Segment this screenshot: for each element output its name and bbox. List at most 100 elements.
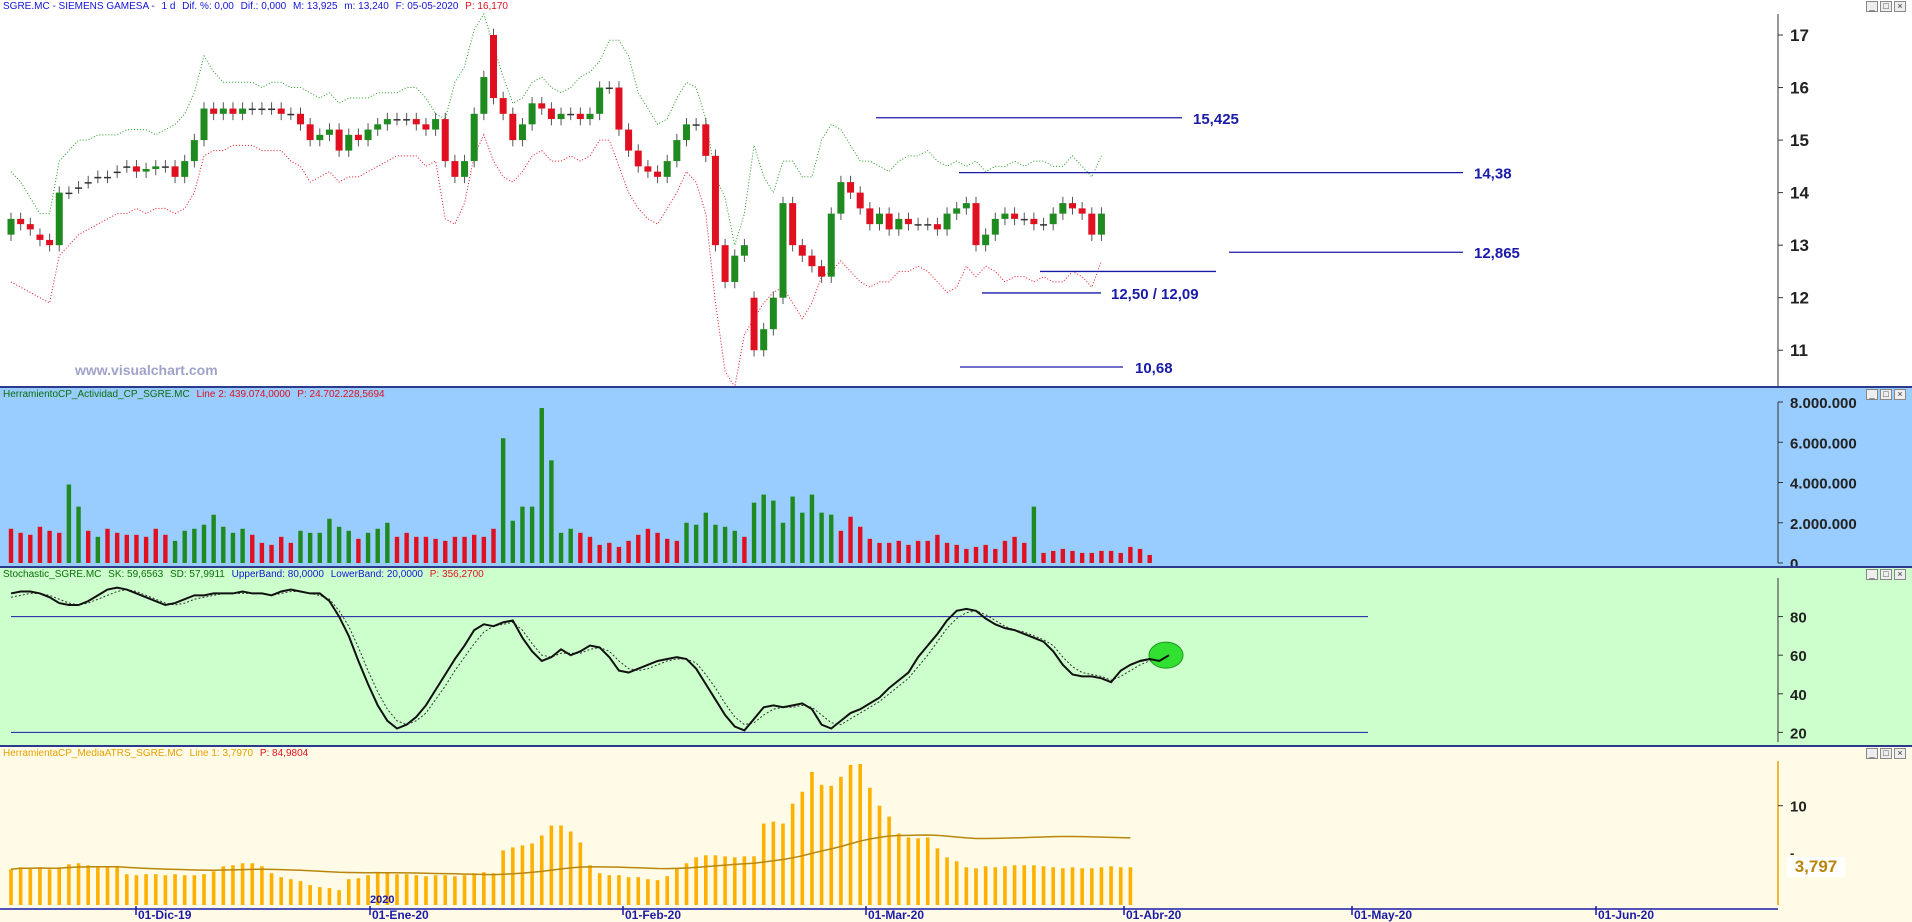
candle-body [866, 208, 874, 225]
volume-indicator-name: HerramientoCP_Actividad_CP_SGRE.MC [3, 389, 190, 400]
minimize-button[interactable]: _ [1866, 569, 1878, 580]
atr-bar [723, 856, 727, 905]
atr-bar [665, 876, 669, 905]
price-chart[interactable]: 11 12 13 14 15 16 17 15,425 14,38 12,865 12,50 / 1… [0, 0, 1912, 387]
volume-bar [182, 530, 187, 563]
volume-bar [1051, 550, 1056, 563]
volume-bar [327, 518, 332, 563]
stochastic-p-value: P: 356,2700 [429, 569, 484, 580]
minimize-button[interactable]: _ [1866, 748, 1878, 759]
candle-body [837, 182, 845, 214]
volume-bar [973, 546, 979, 563]
volume-bar [549, 460, 554, 563]
volume-bar [529, 506, 535, 563]
atr-panel-title: HerramientaCP_MediaATRS_SGRE.MC Line 1: … [3, 748, 312, 759]
candle-body [181, 161, 189, 177]
candle-body [702, 124, 710, 156]
candle-body [982, 234, 990, 246]
minimize-button[interactable]: _ [1866, 389, 1878, 400]
close-button[interactable]: × [1894, 389, 1906, 400]
atr-bar [588, 865, 592, 905]
close-button[interactable]: × [1894, 1, 1906, 12]
candle-body [219, 108, 227, 114]
volume-chart[interactable]: 02.000.0004.000.0006.000.0008.000.000 [0, 388, 1912, 567]
atr-bar [704, 855, 708, 905]
atr-bar [983, 866, 988, 905]
atr-bar [491, 873, 496, 905]
close-button[interactable]: × [1894, 748, 1906, 759]
atr-chart[interactable]: 10-01-Dic-19 01-Ene-20 01-Feb-20 01-Mar-20 0… [0, 747, 1912, 922]
candle-body [451, 161, 459, 177]
volume-bar [568, 528, 573, 563]
atr-bar [424, 876, 428, 905]
volume-bar [645, 528, 651, 563]
volume-window-controls: _ □ × [1866, 389, 1906, 400]
candle-body [625, 129, 633, 151]
atr-window-controls: _ □ × [1866, 748, 1906, 759]
atr-bar [76, 863, 81, 905]
volume-bar [732, 530, 737, 563]
volume-bar [414, 536, 419, 563]
volume-bar [780, 522, 786, 563]
restore-button[interactable]: □ [1880, 1, 1892, 12]
candle-body [297, 113, 304, 125]
atr-bar [482, 872, 486, 905]
candle-body [1030, 218, 1038, 225]
volume-bar [37, 526, 43, 563]
atr-bar [646, 879, 650, 905]
candle-body [1049, 213, 1057, 225]
candle-body [325, 129, 333, 135]
candle-body [55, 192, 63, 246]
atr-bar [1003, 866, 1007, 905]
candle-body [248, 108, 256, 111]
candle-body [132, 166, 140, 172]
candle-body [470, 113, 478, 162]
minimize-button[interactable]: _ [1866, 1, 1878, 12]
atr-bar [694, 857, 698, 905]
volume-bar [433, 538, 438, 563]
volume-bar [472, 534, 477, 563]
candle-body [847, 182, 855, 193]
symbol-label: SGRE.MC - SIEMENS GAMESA - [3, 1, 155, 12]
close-button[interactable]: × [1894, 569, 1906, 580]
volume-bar [221, 526, 226, 563]
candle-body [1069, 203, 1076, 209]
stochastic-window-controls: _ □ × [1866, 569, 1906, 580]
atr-bar [1041, 866, 1046, 905]
atr-bar [655, 880, 660, 905]
candle-body [383, 119, 391, 125]
atr-bar [173, 874, 177, 905]
stochastic-chart[interactable]: 20 40 60 80 [0, 568, 1912, 746]
volume-bar [298, 530, 303, 563]
atr-bar [1080, 868, 1084, 905]
candle-body [509, 113, 517, 141]
restore-button[interactable]: □ [1880, 748, 1892, 759]
candle-body [393, 119, 401, 121]
candle-body [403, 119, 411, 121]
watermark: www.visualchart.com [75, 362, 218, 378]
volume-bar [722, 526, 728, 563]
atr-bar [1099, 867, 1104, 905]
volume-bar [1079, 552, 1085, 563]
volume-bar [1070, 550, 1075, 563]
volume-bar [394, 536, 400, 563]
volume-bar [404, 532, 409, 563]
volume-bar [665, 538, 670, 563]
candle-body [412, 119, 420, 125]
candle-body [171, 166, 179, 177]
volume-bar [858, 526, 863, 563]
restore-button[interactable]: □ [1880, 389, 1892, 400]
candle-body [1097, 213, 1105, 235]
candle-body [287, 113, 295, 116]
restore-button[interactable]: □ [1880, 569, 1892, 580]
volume-bar [587, 536, 593, 563]
volume-panel: HerramientoCP_Actividad_CP_SGRE.MC Line … [0, 388, 1912, 567]
atr-bar [877, 805, 882, 905]
atr-bar [202, 874, 206, 905]
p-label: P: 16,170 [465, 1, 508, 12]
atr-p-value: P: 84,9804 [259, 748, 309, 759]
volume-bar [211, 514, 216, 563]
atr-bar [1128, 867, 1133, 905]
price-y-tick-label: 12 [1790, 289, 1809, 308]
volume-bar [307, 532, 313, 563]
